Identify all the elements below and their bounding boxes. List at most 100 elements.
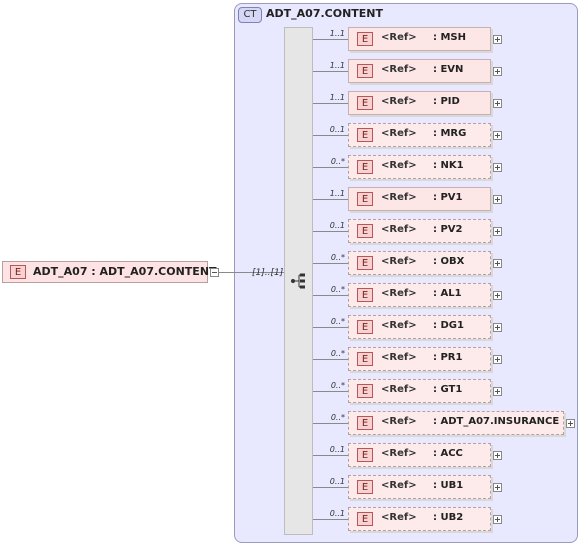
child-connector-line (313, 359, 348, 360)
ref-label: <Ref> (381, 32, 417, 43)
element-badge: E (357, 64, 373, 78)
child-occurrence: 0..1 (329, 445, 345, 454)
child-occurrence: 0..* (330, 413, 345, 422)
expand-toggle[interactable] (493, 515, 502, 524)
ref-label: <Ref> (381, 64, 417, 75)
child-occurrence: 0..1 (329, 221, 345, 230)
child-element[interactable]: E <Ref> : AL1 (348, 283, 491, 307)
root-element[interactable]: E ADT_A07 : ADT_A07.CONTENT (2, 261, 217, 283)
child-occurrence: 1..1 (329, 189, 345, 198)
ref-label: <Ref> (381, 416, 417, 427)
ref-label: <Ref> (381, 224, 417, 235)
element-badge: E (357, 288, 373, 302)
child-element-name: : PV2 (433, 224, 463, 235)
element-badge: E (357, 224, 373, 238)
ref-label: <Ref> (381, 128, 417, 139)
element-badge: E (357, 320, 373, 334)
expand-toggle[interactable] (493, 483, 502, 492)
expand-toggle[interactable] (493, 99, 502, 108)
expand-toggle[interactable] (493, 355, 502, 364)
child-element[interactable]: E <Ref>: MSH (348, 27, 491, 51)
child-element-name: : ACC (433, 448, 463, 459)
element-badge: E (357, 192, 373, 206)
element-badge: E (357, 96, 373, 110)
ref-label: <Ref> (381, 288, 417, 299)
ref-label: <Ref> (381, 352, 417, 363)
root-occurrence: [1]..[1] (252, 268, 284, 278)
child-connector-line (313, 167, 348, 168)
element-badge: E (357, 384, 373, 398)
element-badge: E (357, 512, 373, 526)
child-element[interactable]: E <Ref> : ADT_A07.INSURANCE (348, 411, 564, 435)
child-element-name: : ADT_A07.INSURANCE (433, 416, 560, 427)
ref-label: <Ref> (381, 160, 417, 171)
child-element[interactable]: E <Ref> : NK1 (348, 155, 491, 179)
child-element[interactable]: E <Ref> : PID (348, 91, 491, 115)
child-element-name: : NK1 (433, 160, 464, 171)
child-element-name: : PR1 (433, 352, 463, 363)
expand-toggle[interactable] (566, 419, 575, 428)
child-occurrence: 0..1 (329, 509, 345, 518)
child-connector-line (313, 135, 348, 136)
expand-toggle[interactable] (493, 163, 502, 172)
expand-toggle[interactable] (493, 451, 502, 460)
element-badge: E (357, 480, 373, 494)
expand-toggle[interactable] (493, 227, 502, 236)
child-connector-line (313, 71, 348, 72)
expand-toggle[interactable] (493, 387, 502, 396)
child-element-name: : UB1 (433, 480, 464, 491)
child-connector-line (313, 455, 348, 456)
ref-label: <Ref> (381, 96, 417, 107)
child-occurrence: 0..1 (329, 125, 345, 134)
child-element[interactable]: E <Ref> : UB1 (348, 475, 491, 499)
child-connector-line (313, 103, 348, 104)
expand-toggle[interactable] (493, 131, 502, 140)
child-element[interactable]: E <Ref>: PR1 (348, 347, 491, 371)
child-occurrence: 0..* (330, 349, 345, 358)
child-connector-line (313, 487, 348, 488)
child-connector-line (313, 231, 348, 232)
child-element[interactable]: E <Ref>: OBX (348, 251, 491, 275)
complex-type-badge: CT (238, 7, 262, 23)
child-occurrence: 0..* (330, 285, 345, 294)
expand-toggle[interactable] (493, 35, 502, 44)
child-occurrence: 1..1 (329, 29, 345, 38)
child-element-name: : EVN (433, 64, 464, 75)
child-element-name: : GT1 (433, 384, 463, 395)
child-element[interactable]: E <Ref> : PV2 (348, 219, 491, 243)
ref-label: <Ref> (381, 512, 417, 523)
ref-label: <Ref> (381, 448, 417, 459)
child-element[interactable]: E <Ref>: UB2 (348, 507, 491, 531)
expand-toggle[interactable] (493, 195, 502, 204)
child-occurrence: 0..* (330, 157, 345, 166)
root-collapse-toggle[interactable] (210, 268, 219, 277)
child-element[interactable]: E <Ref>: GT1 (348, 379, 491, 403)
child-element-name: : AL1 (433, 288, 462, 299)
sequence-icon (291, 273, 305, 289)
child-element[interactable]: E <Ref>: DG1 (348, 315, 491, 339)
child-element[interactable]: E <Ref>: ACC (348, 443, 491, 467)
ref-label: <Ref> (381, 480, 417, 491)
child-occurrence: 0..* (330, 253, 345, 262)
child-occurrence: 1..1 (329, 93, 345, 102)
element-badge: E (357, 416, 373, 430)
child-element[interactable]: E <Ref> : EVN (348, 59, 491, 83)
expand-toggle[interactable] (493, 323, 502, 332)
ref-label: <Ref> (381, 192, 417, 203)
element-badge: E (357, 256, 373, 270)
child-element[interactable]: E <Ref>: MRG (348, 123, 491, 147)
expand-toggle[interactable] (493, 291, 502, 300)
root-element-label: ADT_A07 : ADT_A07.CONTENT (33, 265, 217, 278)
expand-toggle[interactable] (493, 67, 502, 76)
ref-label: <Ref> (381, 256, 417, 267)
child-connector-line (313, 327, 348, 328)
child-occurrence: 0..* (330, 317, 345, 326)
expand-toggle[interactable] (493, 259, 502, 268)
element-badge: E (357, 32, 373, 46)
element-badge: E (357, 160, 373, 174)
child-occurrence: 1..1 (329, 61, 345, 70)
child-element-name: : DG1 (433, 320, 464, 331)
child-element-name: : PID (433, 96, 460, 107)
child-connector-line (313, 199, 348, 200)
child-element[interactable]: E <Ref>: PV1 (348, 187, 491, 211)
